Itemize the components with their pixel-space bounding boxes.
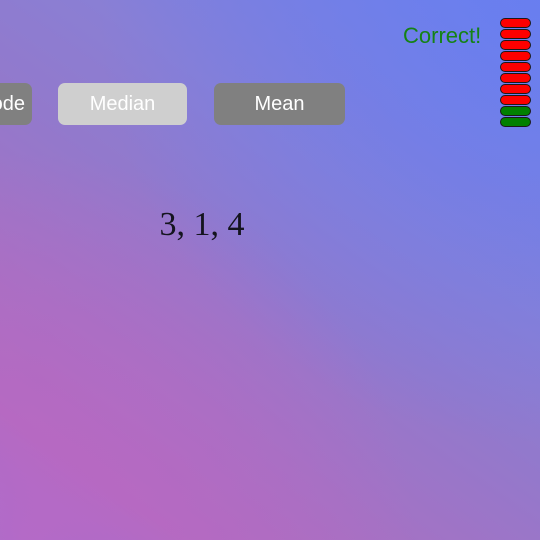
progress-segment [500,51,531,61]
progress-segment [500,29,531,39]
progress-segment [500,62,531,72]
progress-segment [500,84,531,94]
progress-segment [500,18,531,28]
answer-button-median[interactable]: Median [58,83,187,125]
feedback-message: Correct! [403,23,482,48]
progress-segment [500,40,531,50]
progress-bar [500,18,531,127]
progress-segment [500,117,531,127]
number-sequence: 3, 1, 4 [159,206,245,243]
progress-segment [500,73,531,83]
app-root: Mode Median Mean Correct! 3, 1, 4 [0,0,540,540]
answer-button-mode[interactable]: Mode [0,83,32,125]
answer-button-mean[interactable]: Mean [214,83,345,125]
progress-segment [500,106,531,116]
progress-segment [500,95,531,105]
